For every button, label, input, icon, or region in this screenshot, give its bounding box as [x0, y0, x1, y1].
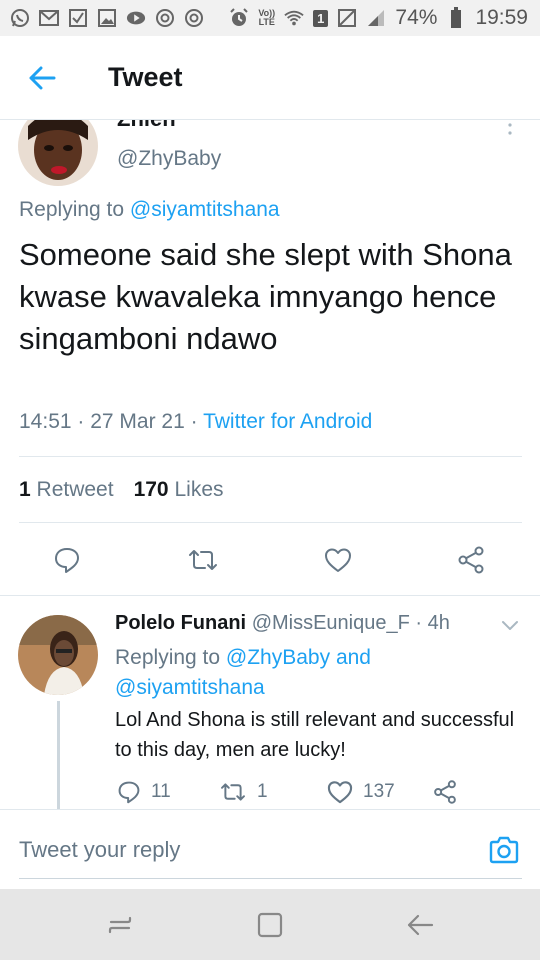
like-button[interactable]	[318, 538, 358, 582]
home-button[interactable]	[250, 907, 290, 943]
reply-header: Polelo Funani @MissEunique_F · 4h	[115, 612, 450, 635]
battery-icon	[446, 7, 466, 28]
reply-share-button[interactable]	[432, 777, 458, 807]
heart-icon	[325, 548, 351, 572]
battery-percentage: 74%	[395, 6, 438, 29]
retweet-count: 1	[257, 781, 268, 802]
mention-link[interactable]: @siyamtitshana	[130, 198, 280, 221]
reply-text: Lol And Shona is still relevant and succ…	[115, 709, 515, 761]
arrow-left-icon	[29, 66, 56, 89]
tweet-text: Someone said she slept with Shona kwase …	[19, 237, 512, 356]
recent-apps-button[interactable]	[100, 907, 140, 943]
tweet-meta: 14:51 · 27 Mar 21 · Twitter for Android	[19, 410, 372, 434]
tweet-stats: 1 Retweet 170 Likes	[19, 478, 224, 502]
like-count: 137	[363, 781, 395, 802]
reply-bubble-icon	[55, 548, 79, 573]
share-button[interactable]	[451, 538, 491, 582]
reply-reply-button[interactable]: 11	[117, 777, 171, 807]
likes-stat[interactable]: 170 Likes	[134, 478, 224, 502]
author-name[interactable]: Zhieh	[117, 120, 176, 132]
reply-author-handle[interactable]: @MissEunique_F	[252, 612, 410, 634]
home-square-icon	[257, 912, 283, 938]
reply-actions: 11 1 137	[0, 777, 540, 807]
sim-badge: 1	[313, 9, 329, 27]
back-arrow-icon	[407, 914, 434, 936]
camera-icon	[489, 836, 519, 864]
clock: 19:59	[475, 6, 528, 29]
back-button[interactable]	[0, 36, 84, 120]
more-vertical-icon	[508, 123, 512, 135]
reply-retweet-button[interactable]: 1	[219, 777, 268, 807]
no-sim-icon	[337, 9, 357, 27]
reply-tweet[interactable]: Polelo Funani @MissEunique_F · 4h Replyi…	[0, 597, 540, 809]
gallery-icon	[97, 9, 117, 27]
retweet-icon	[189, 550, 217, 570]
gmail-icon	[39, 9, 59, 27]
app-header: Tweet	[0, 36, 540, 120]
sync-icon-2	[184, 9, 204, 27]
reply-replying-to: Replying to @ZhyBaby and @siyamtitshana	[115, 646, 371, 699]
tweet-timestamp: 14:51 · 27 Mar 21 ·	[19, 410, 204, 433]
retweet-stat[interactable]: 1 Retweet	[19, 478, 114, 502]
signal-icon	[366, 9, 386, 27]
retweet-icon	[221, 783, 245, 801]
author-handle[interactable]: @ZhyBaby	[117, 147, 221, 171]
system-nav-bar	[0, 889, 540, 960]
reply-like-button[interactable]: 137	[327, 777, 395, 807]
nav-back-button[interactable]	[400, 907, 440, 943]
divider	[19, 522, 522, 523]
reply-button[interactable]	[47, 538, 87, 582]
alarm-icon	[229, 8, 249, 27]
status-bar-system: Vo)) LTE 1 74% 19:59	[229, 6, 528, 30]
more-options-button[interactable]	[500, 120, 520, 140]
reply-options-button[interactable]	[500, 615, 520, 635]
status-bar: Vo)) LTE 1 74% 19:59	[0, 0, 540, 36]
reply-author-name[interactable]: Polelo Funani	[115, 612, 246, 634]
camera-button[interactable]	[486, 832, 522, 868]
tweet-source-link[interactable]: Twitter for Android	[203, 410, 372, 433]
status-bar-notifications	[10, 9, 204, 27]
tweet-actions	[0, 538, 540, 582]
reply-count: 11	[151, 781, 171, 802]
volte-indicator: Vo)) LTE	[258, 8, 276, 27]
share-icon	[458, 546, 484, 574]
retweet-button[interactable]	[183, 538, 223, 582]
mention-link[interactable]: @siyamtitshana	[115, 676, 265, 699]
recent-apps-icon	[108, 916, 132, 934]
reply-composer	[0, 809, 540, 889]
reply-bubble-icon	[118, 781, 140, 804]
mention-link[interactable]: @ZhyBaby	[226, 646, 330, 669]
composer-underline	[19, 878, 522, 879]
main-tweet: Zhieh @ZhyBaby Replying to @siyamtitshan…	[0, 120, 540, 596]
chevron-down-icon	[502, 621, 518, 630]
avatar[interactable]	[18, 120, 98, 186]
wifi-icon	[284, 9, 304, 27]
youtube-icon	[126, 9, 146, 27]
share-icon	[434, 780, 456, 804]
divider	[19, 456, 522, 457]
whatsapp-icon	[10, 9, 30, 27]
sync-icon	[155, 9, 175, 27]
reply-age: · 4h	[415, 612, 450, 634]
checkbox-icon	[68, 9, 88, 27]
page-title: Tweet	[108, 62, 183, 92]
avatar[interactable]	[18, 615, 98, 695]
reply-input[interactable]	[19, 828, 469, 872]
heart-icon	[327, 781, 353, 804]
replying-to: Replying to @siyamtitshana	[19, 198, 280, 221]
